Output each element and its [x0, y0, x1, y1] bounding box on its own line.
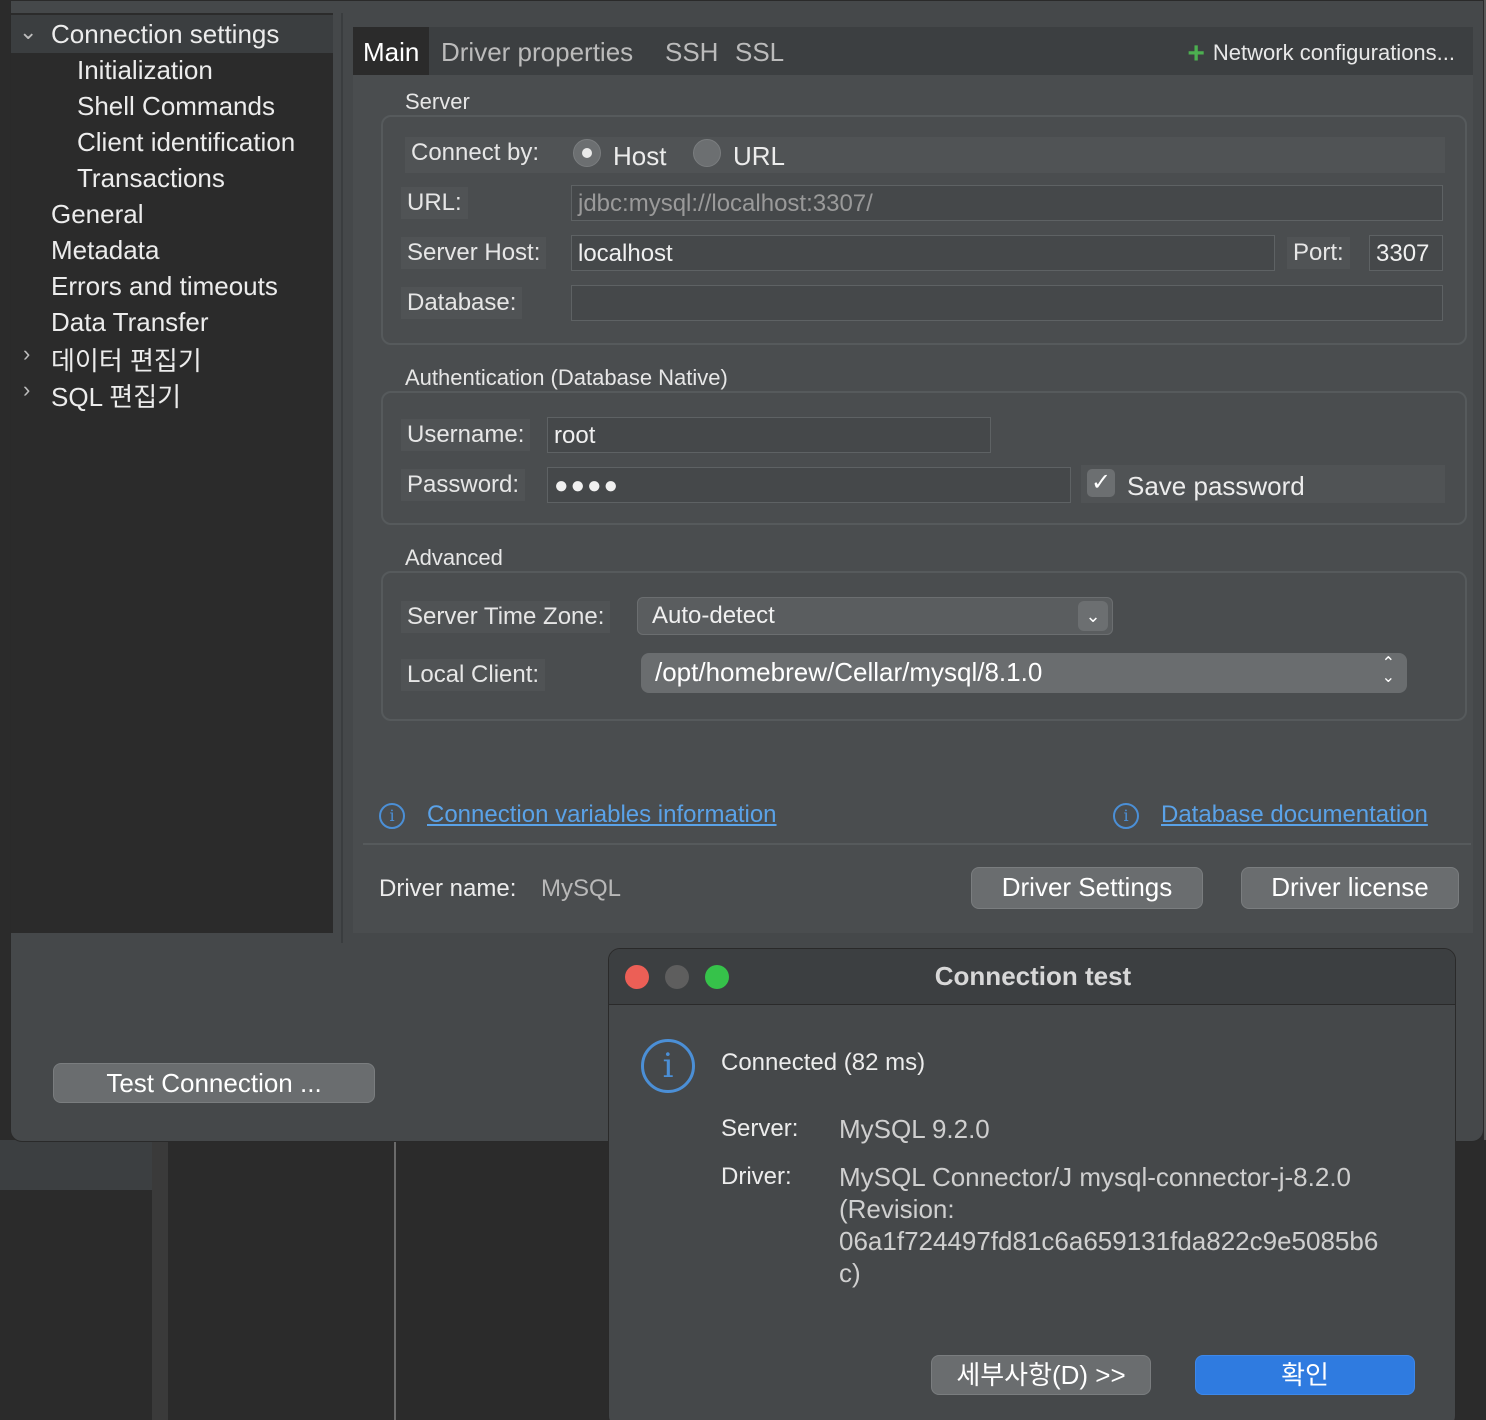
driver-line-3: 06a1f724497fd81c6a659131fda822c9e5085b6 [839, 1226, 1379, 1256]
driver-line-2: (Revision: [839, 1194, 955, 1224]
server-group-title: Server [405, 89, 470, 114]
username-label: Username: [401, 419, 531, 451]
driver-name-label: Driver name: [379, 875, 517, 902]
chevron-down-icon[interactable]: ⌄ [19, 19, 37, 45]
test-connection-button[interactable]: Test Connection ... [53, 1063, 375, 1103]
server-timezone-combo[interactable]: Auto-detect ⌄ [637, 597, 1113, 635]
sidebar-item-errors-timeouts[interactable]: Errors and timeouts [51, 271, 278, 302]
sidebar-item-data-transfer[interactable]: Data Transfer [51, 307, 209, 338]
tab-driver-properties[interactable]: Driver properties [441, 37, 633, 68]
url-radio-label[interactable]: URL [733, 141, 785, 172]
tab-main[interactable]: Main [353, 27, 430, 75]
main-settings-panel: Main Driver properties SSH SSL + Network … [353, 27, 1473, 933]
driver-name-value: MySQL [541, 875, 622, 902]
sidebar-item-general[interactable]: General [51, 199, 144, 230]
connection-variables-link[interactable]: Connection variables information [427, 801, 777, 829]
tab-ssl[interactable]: SSL [735, 37, 784, 68]
connection-test-title: Connection test [934, 961, 1132, 991]
chevron-right-icon[interactable]: › [23, 341, 30, 367]
url-label: URL: [401, 187, 468, 219]
local-client-label: Local Client: [401, 659, 546, 691]
host-radio-label[interactable]: Host [613, 141, 666, 172]
background-panel [0, 1140, 152, 1190]
database-field[interactable] [571, 285, 1443, 321]
sidebar-item-sql-editor[interactable]: SQL 편집기 [51, 377, 181, 414]
sidebar-item-connection-settings[interactable]: ⌄ Connection settings [11, 15, 333, 53]
plus-icon: + [1187, 37, 1205, 70]
port-label: Port: [1287, 237, 1350, 269]
background-divider [394, 1140, 396, 1420]
sidebar-item-client-identification[interactable]: Client identification [77, 127, 295, 158]
ok-button[interactable]: 확인 [1195, 1355, 1415, 1395]
save-password-checkbox[interactable]: ✓ [1087, 469, 1115, 497]
server-version: MySQL 9.2.0 [839, 1114, 990, 1144]
port-field[interactable]: 3307 [1369, 235, 1443, 271]
sidebar-item-data-editor[interactable]: 데이터 편집기 [51, 341, 202, 378]
connection-status: Connected (82 ms) [721, 1049, 926, 1076]
settings-sidebar: ⌄ Connection settings Initialization She… [11, 13, 333, 933]
auth-group: Username: root Password: ●●●● ✓ Save pas… [381, 391, 1467, 525]
driver-license-button[interactable]: Driver license [1241, 867, 1459, 909]
server-host-field[interactable]: localhost [571, 235, 1275, 271]
save-password-label[interactable]: Save password [1127, 471, 1305, 502]
url-field[interactable]: jdbc:mysql://localhost:3307/ [571, 185, 1443, 221]
auth-group-title: Authentication (Database Native) [405, 365, 728, 390]
info-icon: i [641, 1039, 695, 1093]
connection-test-titlebar[interactable]: Connection test [609, 949, 1455, 1005]
local-client-select[interactable]: /opt/homebrew/Cellar/mysql/8.1.0 ⌃ ⌄ [641, 653, 1407, 693]
host-radio[interactable] [573, 139, 601, 167]
driver-line-1: MySQL Connector/J mysql-connector-j-8.2.… [839, 1162, 1352, 1192]
tab-bar: Main Driver properties SSH SSL + Network … [353, 27, 1473, 75]
background-column [152, 1140, 168, 1420]
splitter[interactable] [341, 13, 343, 943]
advanced-group: Server Time Zone: Auto-detect ⌄ Local Cl… [381, 571, 1467, 721]
tab-ssh[interactable]: SSH [665, 37, 718, 68]
sidebar-item-transactions[interactable]: Transactions [77, 163, 225, 194]
network-configurations-button[interactable]: + Network configurations... [1187, 37, 1455, 71]
username-field[interactable]: root [547, 417, 991, 453]
connect-by-row [405, 137, 1445, 173]
database-documentation-link[interactable]: Database documentation [1161, 801, 1428, 829]
info-icon: i [379, 803, 405, 829]
details-button[interactable]: 세부사항(D) >> [931, 1355, 1151, 1395]
info-icon: i [1113, 803, 1139, 829]
password-field[interactable]: ●●●● [547, 467, 1071, 503]
server-host-label: Server Host: [401, 237, 547, 269]
driver-line-4: c) [839, 1258, 861, 1288]
driver-settings-button[interactable]: Driver Settings [971, 867, 1203, 909]
chevron-right-icon[interactable]: › [23, 377, 30, 403]
updown-arrows-icon: ⌃ ⌄ [1381, 655, 1395, 686]
connect-by-label: Connect by: [405, 137, 546, 169]
server-group: Connect by: Host URL URL: jdbc:mysql://l… [381, 115, 1467, 345]
advanced-group-title: Advanced [405, 545, 503, 570]
connection-test-window: Connection test i Connected (82 ms) Serv… [608, 948, 1456, 1420]
sidebar-item-shell-commands[interactable]: Shell Commands [77, 91, 275, 122]
sidebar-item-metadata[interactable]: Metadata [51, 235, 159, 266]
sidebar-item-initialization[interactable]: Initialization [77, 55, 213, 86]
database-label: Database: [401, 287, 523, 319]
driver-label: Driver: [721, 1163, 792, 1190]
divider [363, 843, 1471, 845]
server-timezone-label: Server Time Zone: [401, 601, 611, 633]
server-label: Server: [721, 1115, 799, 1142]
chevron-down-icon[interactable]: ⌄ [1078, 601, 1108, 631]
url-radio[interactable] [693, 139, 721, 167]
password-label: Password: [401, 469, 526, 501]
